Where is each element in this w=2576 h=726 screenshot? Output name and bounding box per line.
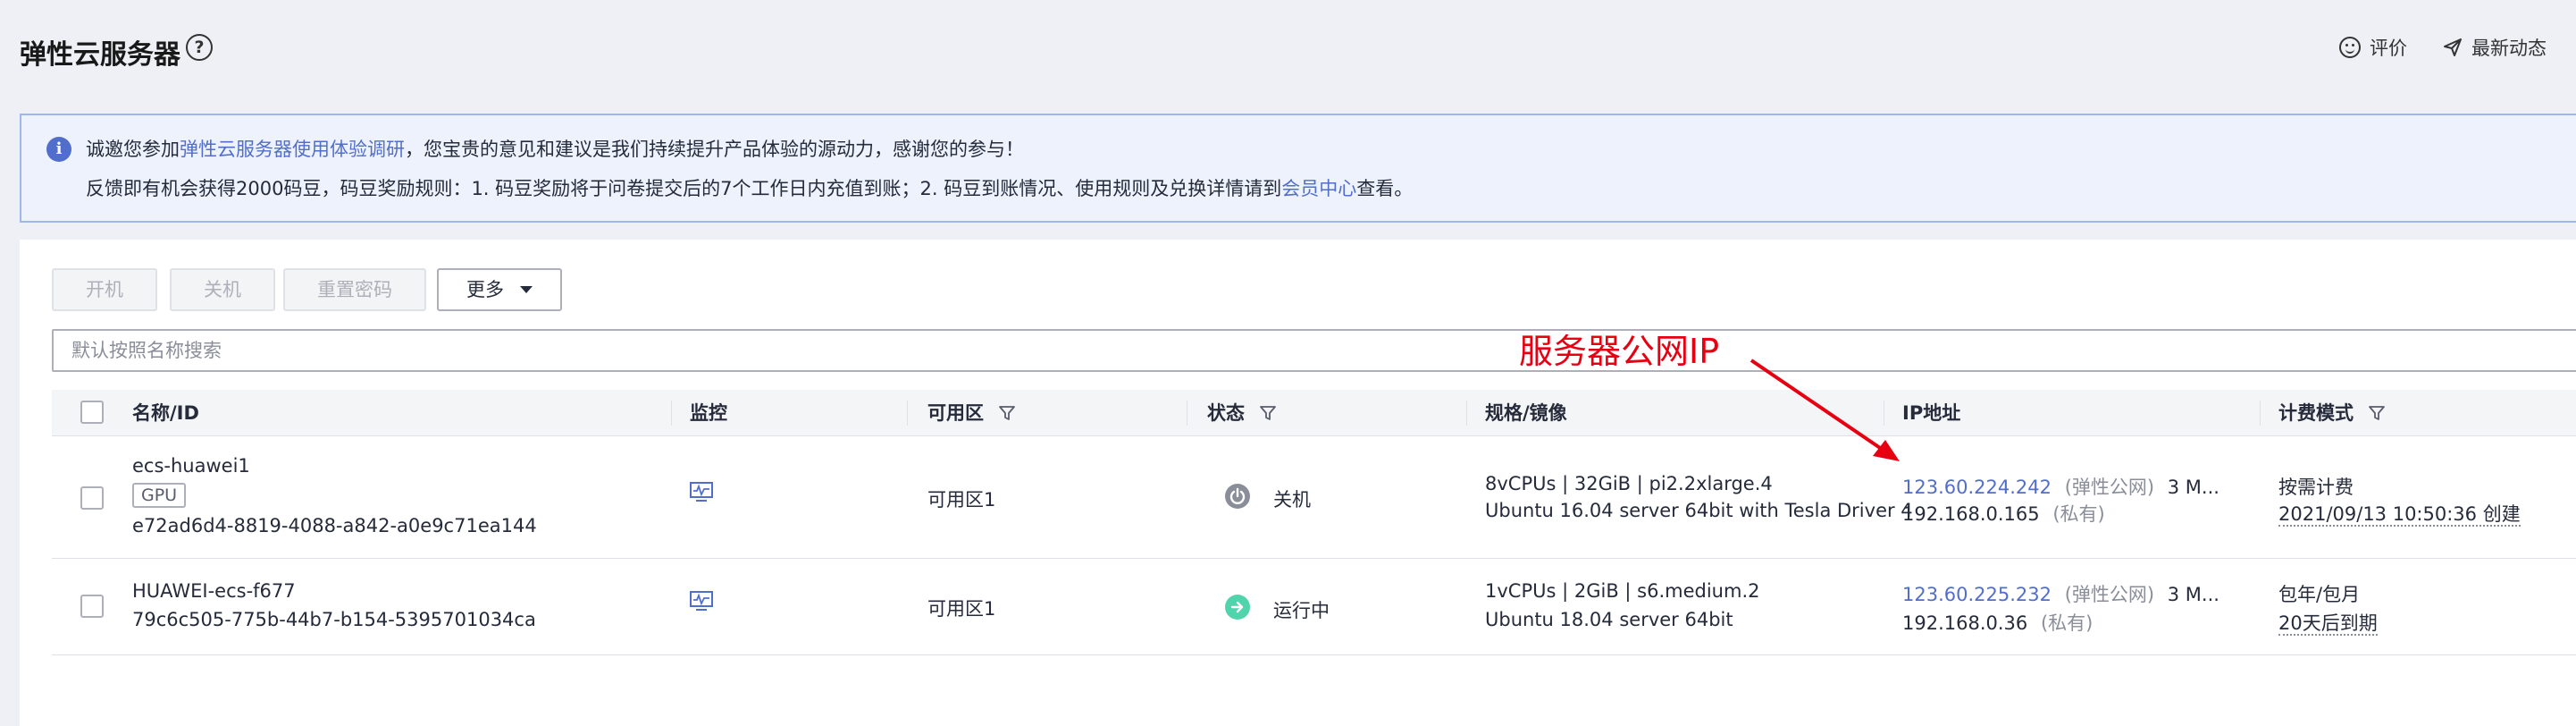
filter-icon[interactable] (1260, 405, 1277, 421)
public-ip-line: 123.60.224.242 (弹性公网) 3 M... (1902, 473, 2219, 500)
bandwidth: 3 M... (2167, 477, 2219, 498)
instance-id: e72ad6d4-8819-4088-a842-a0e9c71ea144 (132, 515, 537, 536)
billing-detail[interactable]: 2021/09/13 10:50:36 创建 (2278, 500, 2521, 527)
news-label: 最新动态 (2471, 38, 2547, 59)
private-ip: 192.168.0.165 (1902, 503, 2040, 525)
column-status-label: 状态 (1207, 402, 1245, 424)
help-icon[interactable]: ? (186, 34, 213, 61)
column-status: 状态 (1207, 390, 1277, 436)
billing-mode: 按需计费 (2278, 477, 2354, 498)
billing-detail-text: 20天后到期 (2278, 612, 2378, 636)
power-off-button[interactable]: 关机 (170, 268, 275, 311)
column-name: 名称/ID (132, 402, 199, 424)
filter-icon[interactable] (2369, 405, 2386, 421)
column-billing-label: 计费模式 (2278, 402, 2354, 424)
instance-name-link[interactable]: ecs-huawei1 (132, 455, 250, 477)
column-az-label: 可用区 (927, 402, 984, 424)
row-checkbox[interactable] (80, 486, 104, 510)
instance-image: Ubuntu 18.04 server 64bit (1485, 609, 1733, 630)
page-title: 弹性云服务器 (20, 39, 180, 71)
billing-detail[interactable]: 20天后到期 (2278, 609, 2378, 636)
bandwidth: 3 M... (2167, 584, 2219, 605)
column-az: 可用区 (927, 390, 1016, 436)
column-ip: IP地址 (1902, 402, 1961, 424)
table-row[interactable]: ecs-huawei1 GPU e72ad6d4-8819-4088-a842-… (52, 437, 2576, 559)
private-ip: 192.168.0.36 (1902, 612, 2028, 634)
smile-icon (2339, 37, 2361, 58)
gpu-tag-label: GPU (132, 483, 187, 508)
table-row[interactable]: HUAWEI-ecs-f677 79c6c505-775b-44b7-b154-… (52, 559, 2576, 655)
status-text: 运行中 (1273, 600, 1330, 621)
search-input[interactable]: 默认按照名称搜索 (52, 329, 2576, 372)
row-checkbox[interactable] (80, 595, 104, 618)
instance-spec: 1vCPUs | 2GiB | s6.medium.2 (1485, 580, 1760, 602)
select-all-checkbox[interactable] (80, 401, 104, 424)
filter-icon[interactable] (999, 405, 1016, 421)
paper-plane-icon (2444, 38, 2462, 56)
public-ip-annotation: 服务器公网IP (1519, 332, 1720, 371)
column-divider (671, 401, 672, 426)
caret-down-icon (520, 286, 533, 293)
column-divider (1466, 401, 1467, 426)
reset-password-button[interactable]: 重置密码 (283, 268, 426, 311)
private-ip-type: (私有) (2052, 503, 2105, 525)
instance-name-link[interactable]: HUAWEI-ecs-f677 (132, 580, 296, 602)
column-spec: 规格/镜像 (1485, 402, 1567, 424)
column-divider (2260, 401, 2261, 426)
column-divider (907, 401, 908, 426)
review-button[interactable]: 评价 (2339, 34, 2407, 61)
private-ip-line: 192.168.0.165 (私有) (1902, 500, 2105, 527)
info-icon: i (46, 137, 71, 162)
news-button[interactable]: 最新动态 (2443, 34, 2547, 61)
survey-notice: i 诚邀您参加弹性云服务器使用体验调研，您宝贵的意见和建议是我们持续提升产品体验… (20, 114, 2576, 223)
availability-zone: 可用区1 (927, 489, 996, 511)
public-ip-link[interactable]: 123.60.224.242 (1902, 477, 2052, 498)
member-center-link[interactable]: 会员中心 (1281, 178, 1356, 199)
availability-zone: 可用区1 (927, 598, 996, 620)
public-ip-line: 123.60.225.232 (弹性公网) 3 M... (1902, 580, 2219, 607)
instance-list-panel: 开机 关机 重置密码 更多 默认按照名称搜索 名称/ID 监控 可用区 状态 规… (20, 240, 2576, 726)
top-bar: 弹性云服务器 ? 评价 最新动态 (0, 0, 2576, 98)
more-dropdown[interactable]: 更多 (437, 268, 562, 311)
column-billing: 计费模式 (2278, 390, 2386, 436)
public-ip-type: (弹性公网) (2064, 477, 2155, 498)
notice-text: 诚邀您参加 (86, 139, 180, 160)
monitor-icon[interactable] (690, 482, 713, 502)
power-off-icon (1225, 484, 1250, 509)
notice-text: 查看。 (1356, 178, 1414, 199)
notice-text: ，您宝贵的意见和建议是我们持续提升产品体验的源动力，感谢您的参与！ (405, 139, 1024, 160)
monitor-icon[interactable] (690, 591, 713, 611)
public-ip-type: (弹性公网) (2064, 584, 2155, 605)
notice-line-1: 诚邀您参加弹性云服务器使用体验调研，您宝贵的意见和建议是我们持续提升产品体验的源… (86, 135, 1024, 162)
public-ip-link[interactable]: 123.60.225.232 (1902, 584, 2052, 605)
column-monitor: 监控 (690, 402, 727, 424)
status-text: 关机 (1273, 489, 1311, 511)
instance-id: 79c6c505-775b-44b7-b154-5395701034ca (132, 609, 536, 630)
private-ip-line: 192.168.0.36 (私有) (1902, 609, 2093, 636)
billing-mode: 包年/包月 (2278, 584, 2361, 605)
running-icon (1225, 595, 1250, 620)
review-label: 评价 (2370, 38, 2407, 59)
table-header: 名称/ID 监控 可用区 状态 规格/镜像 IP地址 计费模式 (52, 390, 2576, 436)
notice-line-2: 反馈即有机会获得2000码豆，码豆奖励规则：1. 码豆奖励将于问卷提交后的7个工… (86, 174, 1413, 201)
notice-text: 反馈即有机会获得2000码豆，码豆奖励规则：1. 码豆奖励将于问卷提交后的7个工… (86, 178, 1282, 199)
instance-spec: 8vCPUs | 32GiB | pi2.2xlarge.4 (1485, 473, 1773, 494)
survey-link[interactable]: 弹性云服务器使用体验调研 (180, 139, 405, 160)
billing-detail-text: 2021/09/13 10:50:36 创建 (2278, 503, 2521, 527)
power-on-button[interactable]: 开机 (52, 268, 157, 311)
instance-image: Ubuntu 16.04 server 64bit with Tesla Dri… (1485, 500, 1913, 521)
gpu-tag: GPU (132, 483, 187, 508)
more-label: 更多 (466, 279, 504, 300)
private-ip-type: (私有) (2040, 612, 2094, 634)
